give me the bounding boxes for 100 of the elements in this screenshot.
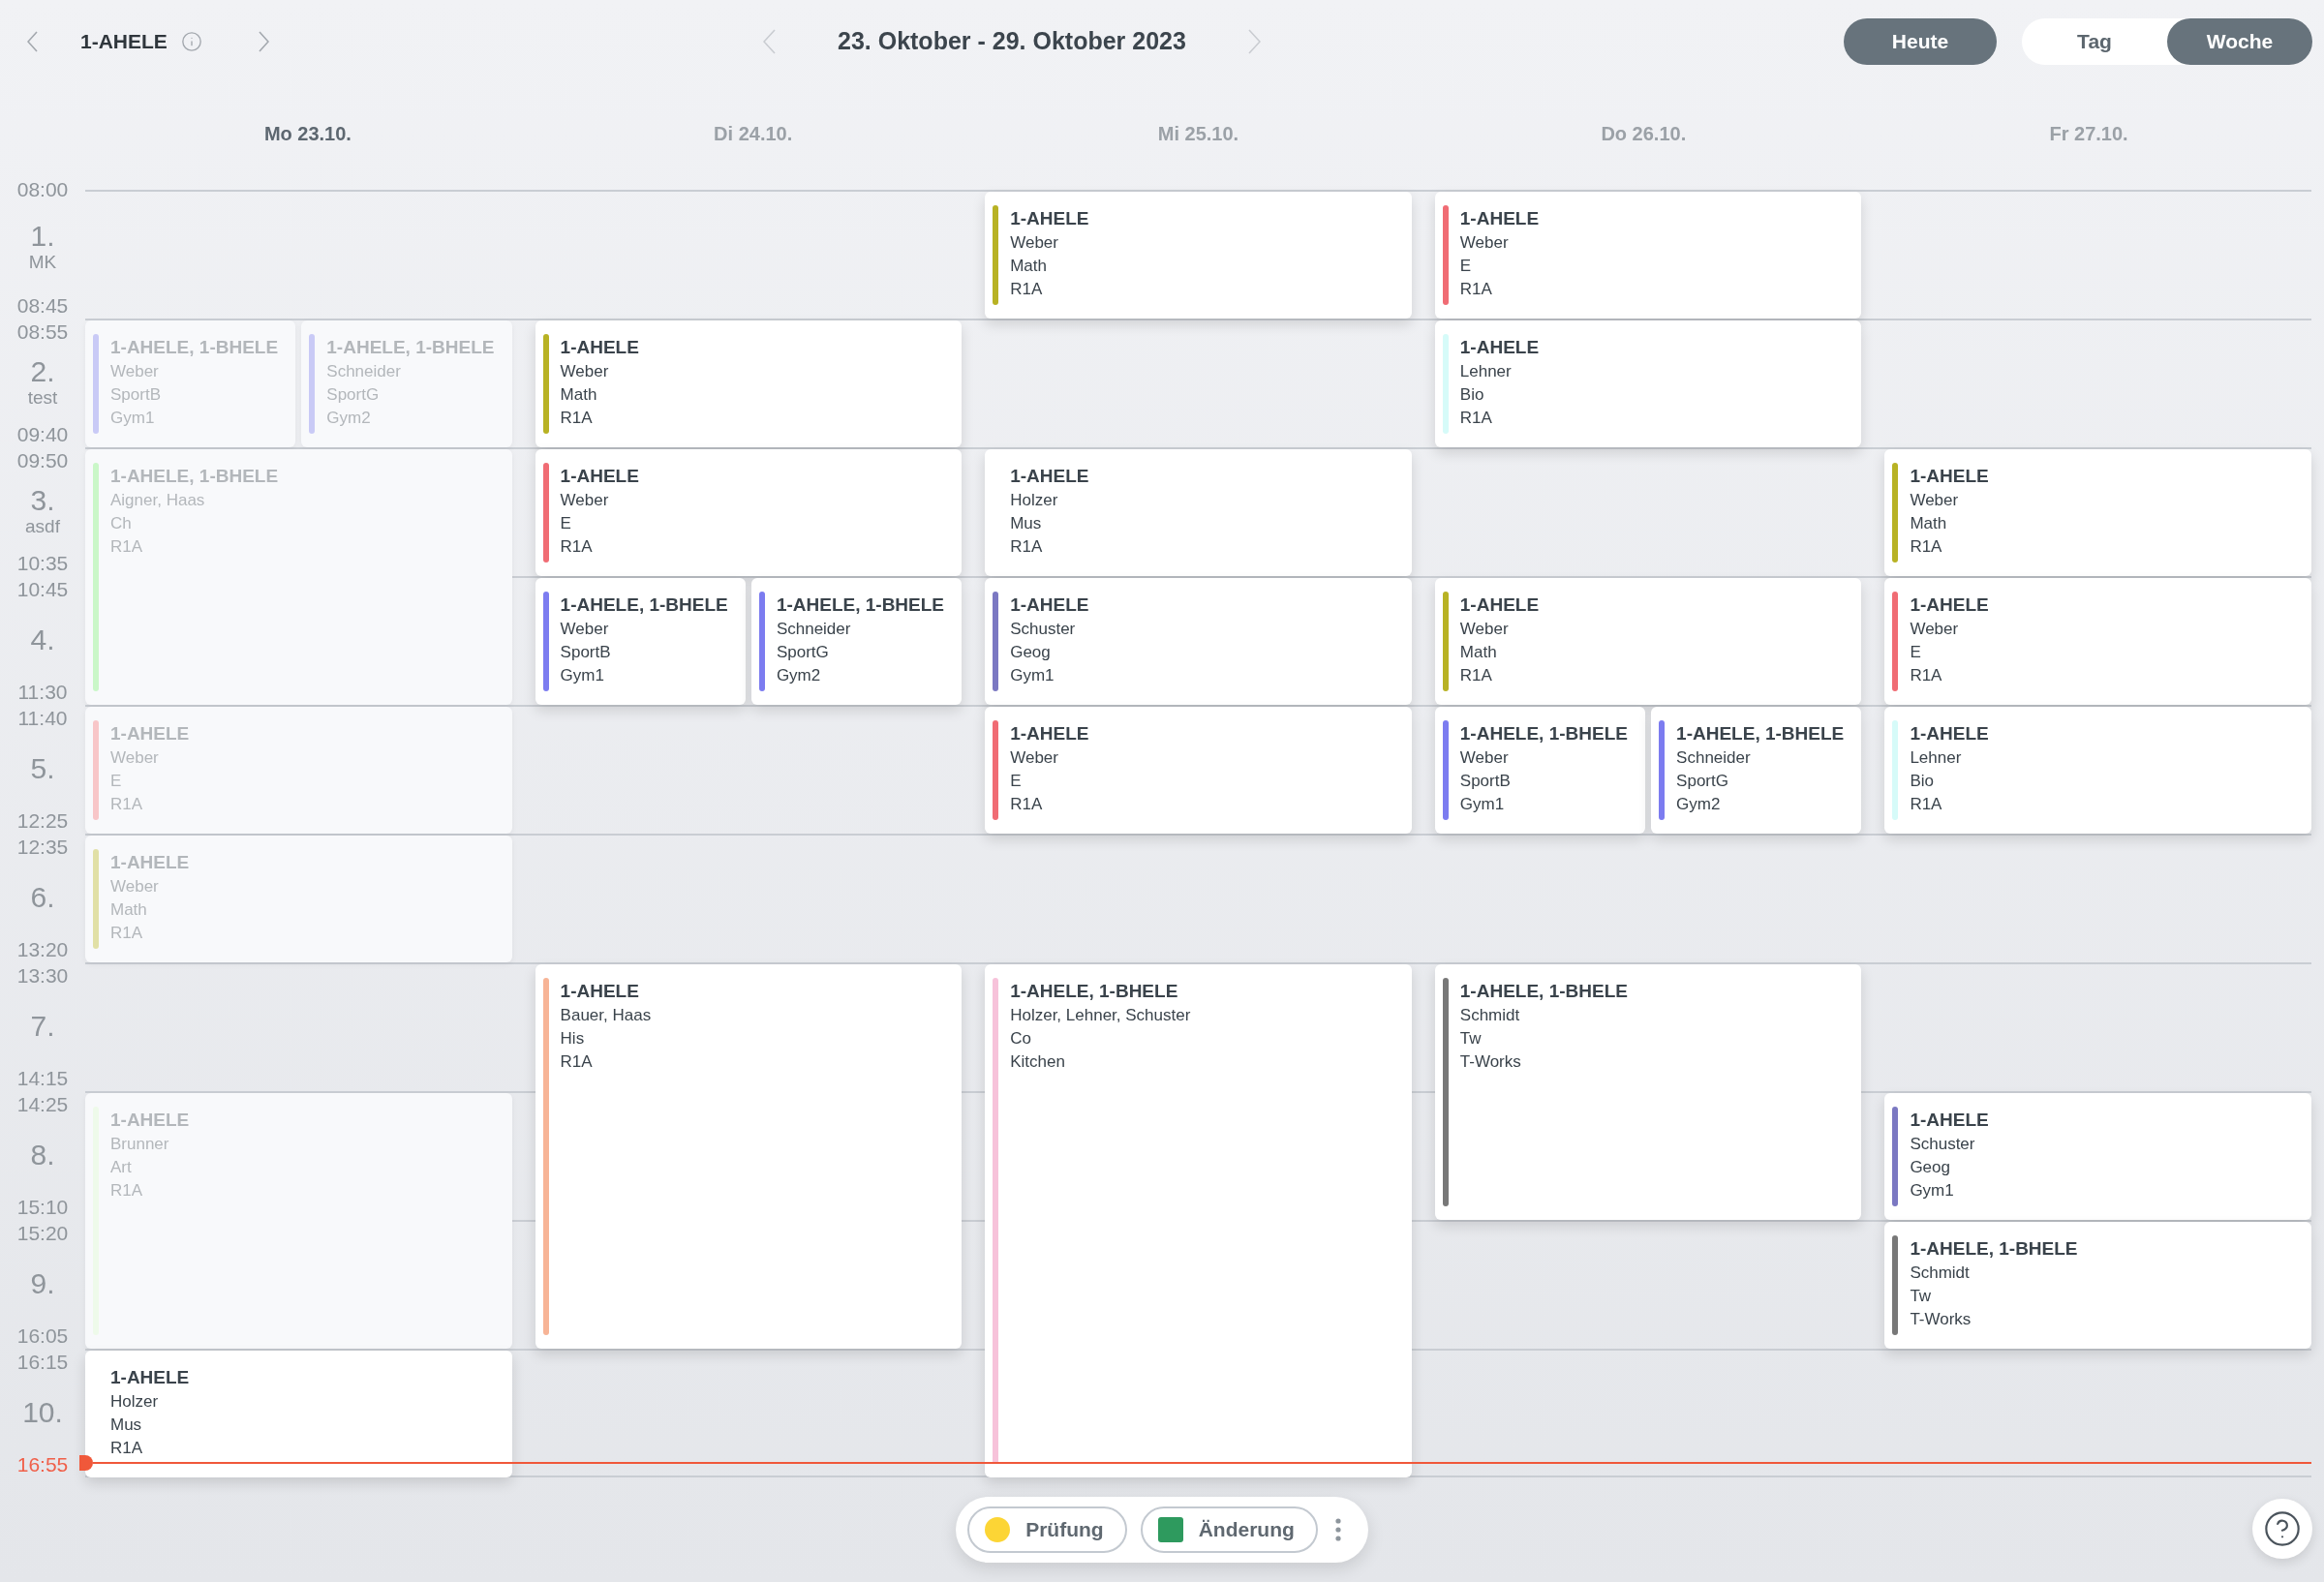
lesson-classes: 1-AHELE <box>1459 593 1540 617</box>
lesson-subject: SportG <box>326 384 381 406</box>
lesson-teacher: Schmidt <box>1910 1263 1971 1284</box>
lesson-subject: SportB <box>110 384 162 406</box>
lesson-teacher: Schneider <box>776 619 852 640</box>
lesson-subject: Bio <box>1459 384 1485 406</box>
lesson-teacher: Weber <box>110 747 160 769</box>
lesson-teacher: Schneider <box>1676 747 1752 769</box>
lesson-teacher: Weber <box>1010 747 1059 769</box>
lesson-subject: Mus <box>110 1415 143 1436</box>
view-tab[interactable]: Woche <box>2167 17 2312 65</box>
day-header: Mo 23.10. <box>263 123 352 144</box>
lesson-teacher: Aigner, Haas <box>110 490 206 511</box>
lesson-subject: E <box>1910 642 1922 663</box>
period-end-time: 13:20 <box>16 939 69 960</box>
lesson-teacher: Weber <box>1010 232 1059 254</box>
lesson-room: T-Works <box>1910 1309 1972 1330</box>
day-header: Di 24.10. <box>714 123 793 144</box>
lesson-classes: 1-AHELE <box>1910 1109 1989 1132</box>
period-number: 2. <box>30 355 55 387</box>
period-number: 6. <box>30 881 55 913</box>
legend-chip[interactable]: Änderung <box>1140 1506 1318 1553</box>
period-start-time: 10:45 <box>16 579 69 600</box>
lesson-room: R1A <box>110 536 144 558</box>
chevron-right-icon <box>258 30 269 52</box>
period-number: 8. <box>30 1139 55 1171</box>
lesson-subject: Math <box>110 899 148 921</box>
lesson-teacher: Schuster <box>1010 619 1077 640</box>
lesson-card[interactable]: 1-AHELE Weber Math R1A <box>985 192 1412 319</box>
lesson-teacher: Weber <box>560 361 610 382</box>
lesson-classes: 1-AHELE <box>1910 465 1989 488</box>
lesson-subject: SportG <box>776 642 830 663</box>
period-number: 1. <box>30 220 55 252</box>
lesson-card[interactable]: 1-AHELE, 1-BHELE Schmidt Tw T-Works <box>1434 964 1862 1220</box>
lesson-teacher: Weber <box>1459 619 1510 640</box>
lesson-classes: 1-AHELE <box>1010 593 1089 617</box>
lesson-subject: SportB <box>1459 771 1512 792</box>
lesson-subject: E <box>560 513 572 534</box>
lesson-classes: 1-AHELE <box>1459 207 1540 230</box>
lesson-classes: 1-AHELE, 1-BHELE <box>560 593 728 617</box>
more-icon <box>1334 1518 1341 1541</box>
lesson-card[interactable]: 1-AHELE Lehner Bio R1A <box>1434 320 1862 447</box>
legend-chip[interactable]: Prüfung <box>967 1506 1127 1553</box>
lesson-classes: 1-AHELE <box>110 851 190 874</box>
lesson-classes: 1-AHELE <box>560 465 639 488</box>
lesson-card[interactable]: 1-AHELE Schuster Geog Gym1 <box>985 578 1412 705</box>
lesson-subject: Geog <box>1910 1157 1951 1178</box>
help-button[interactable] <box>2252 1499 2312 1559</box>
lesson-card[interactable]: 1-AHELE Holzer Mus R1A <box>85 1351 512 1477</box>
period-start-time: 12:35 <box>16 837 69 858</box>
lesson-card[interactable]: 1-AHELE, 1-BHELE Schmidt Tw T-Works <box>1884 1222 2311 1349</box>
lesson-card[interactable]: 1-AHELE Holzer Mus R1A <box>985 449 1412 576</box>
lesson-subject: Math <box>1010 256 1048 277</box>
lesson-card[interactable]: 1-AHELE, 1-BHELE Weber SportB Gym1 <box>535 578 746 705</box>
lesson-card[interactable]: 1-AHELE Bauer, Haas His R1A <box>535 964 963 1349</box>
day-header: Mi 25.10. <box>1157 123 1239 144</box>
lesson-card[interactable]: 1-AHELE Weber E R1A <box>535 449 963 576</box>
lesson-card[interactable]: 1-AHELE Weber Math R1A <box>1884 449 2311 576</box>
lesson-room: Kitchen <box>1010 1051 1066 1073</box>
day-header: Fr 27.10. <box>2049 123 2128 144</box>
period-start-time: 08:55 <box>16 321 69 343</box>
period-number: 7. <box>30 1010 55 1042</box>
lesson-card[interactable]: 1-AHELE, 1-BHELE Schneider SportG Gym2 <box>750 578 963 705</box>
lesson-classes: 1-AHELE, 1-BHELE <box>326 336 495 359</box>
lesson-card[interactable]: 1-AHELE, 1-BHELE Weber SportB Gym1 <box>1434 707 1646 834</box>
lesson-classes: 1-AHELE <box>1010 465 1089 488</box>
lesson-classes: 1-AHELE <box>560 336 639 359</box>
period-end-time: 16:05 <box>16 1325 69 1347</box>
lesson-card[interactable]: 1-AHELE, 1-BHELE Schneider SportG Gym2 <box>1651 707 1862 834</box>
lesson-card[interactable]: 1-AHELE Schuster Geog Gym1 <box>1884 1093 2311 1220</box>
lesson-teacher: Weber <box>1910 619 1960 640</box>
lesson-subject: His <box>560 1028 586 1050</box>
current-time: 16:55 <box>16 1454 69 1476</box>
lesson-card[interactable]: 1-AHELE Lehner Bio R1A <box>1884 707 2311 834</box>
view-tab[interactable]: Tag <box>2022 17 2167 65</box>
lesson-card[interactable]: 1-AHELE Weber E R1A <box>1434 192 1862 319</box>
lesson-card[interactable]: 1-AHELE, 1-BHELE Holzer, Lehner, Schuster Co Kitchen <box>985 964 1412 1477</box>
lesson-room: Gym2 <box>1676 794 1722 815</box>
lesson-room: T-Works <box>1459 1051 1522 1073</box>
class-name: 1-AHELE <box>80 29 168 53</box>
lesson-classes: 1-AHELE <box>110 1366 190 1389</box>
lesson-teacher: Weber <box>110 361 160 382</box>
lesson-teacher: Weber <box>1910 490 1960 511</box>
lesson-subject: E <box>1459 256 1473 277</box>
lesson-card[interactable]: 1-AHELE Weber Math R1A <box>1434 578 1862 705</box>
chevron-right-icon <box>1247 28 1261 54</box>
lesson-card[interactable]: 1-AHELE Weber E R1A <box>1884 578 2311 705</box>
lesson-card[interactable]: 1-AHELE Weber E R1A <box>985 707 1412 834</box>
lesson-subject: Tw <box>1910 1286 1933 1307</box>
lesson-room: R1A <box>1010 279 1044 300</box>
lesson-card[interactable]: 1-AHELE Weber Math R1A <box>535 320 963 447</box>
lesson-teacher: Brunner <box>110 1134 170 1155</box>
period-number: 10. <box>22 1396 63 1428</box>
lesson-room: R1A <box>1010 794 1044 815</box>
info-icon[interactable] <box>180 30 202 52</box>
lesson-classes: 1-AHELE, 1-BHELE <box>1459 980 1628 1003</box>
lesson-classes: 1-AHELE <box>1459 336 1540 359</box>
period-note: asdf <box>25 515 60 537</box>
lesson-room: R1A <box>110 923 144 944</box>
today-button[interactable]: Heute <box>1844 17 1997 65</box>
